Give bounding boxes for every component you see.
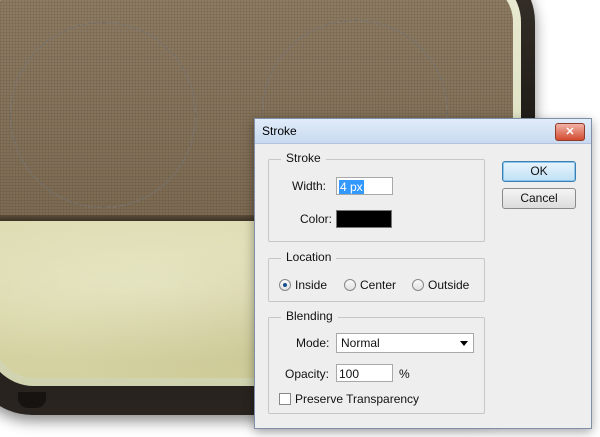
stroke-group-label: Stroke [281,151,326,165]
width-label: Width: [292,179,327,193]
width-field[interactable]: 4 px [336,177,393,195]
ok-button[interactable]: OK [502,161,576,182]
opacity-value: 100 [339,367,360,381]
radio-outside[interactable] [412,279,424,291]
mode-label: Mode: [296,336,330,350]
preserve-transparency-label: Preserve Transparency [295,392,420,406]
radio-outside-label: Outside [428,278,470,292]
radio-foot [18,392,46,408]
opacity-unit: % [399,367,410,381]
opacity-field[interactable]: 100 [336,364,393,382]
blending-group: Blending Mode: Normal Opacity: 100 % Pre… [268,309,485,414]
dialog-titlebar[interactable]: Stroke ✕ [255,119,591,144]
color-label: Color: [300,212,333,226]
selection-marquee-left[interactable] [10,22,196,208]
mode-select[interactable]: Normal [336,333,474,353]
radio-inside-label: Inside [295,278,328,292]
opacity-label: Opacity: [285,367,330,381]
width-value: 4 px [339,180,364,194]
color-swatch[interactable] [336,210,392,228]
stroke-dialog: Stroke ✕ Stroke Width: 4 px Color: Locat… [254,118,592,429]
radio-inside[interactable] [279,279,291,291]
stroke-group: Stroke Width: 4 px Color: [268,151,485,242]
chevron-down-icon [460,341,468,346]
blending-group-label: Blending [281,309,338,323]
dialog-title: Stroke [262,124,297,138]
mode-value: Normal [341,336,380,350]
location-group: Location Inside Center Outside [268,250,485,302]
location-group-label: Location [281,250,337,264]
close-icon: ✕ [565,126,575,138]
preserve-transparency-checkbox[interactable] [279,393,291,405]
cancel-button[interactable]: Cancel [502,188,576,209]
radio-center[interactable] [344,279,356,291]
close-button[interactable]: ✕ [555,123,585,141]
radio-center-label: Center [360,278,397,292]
